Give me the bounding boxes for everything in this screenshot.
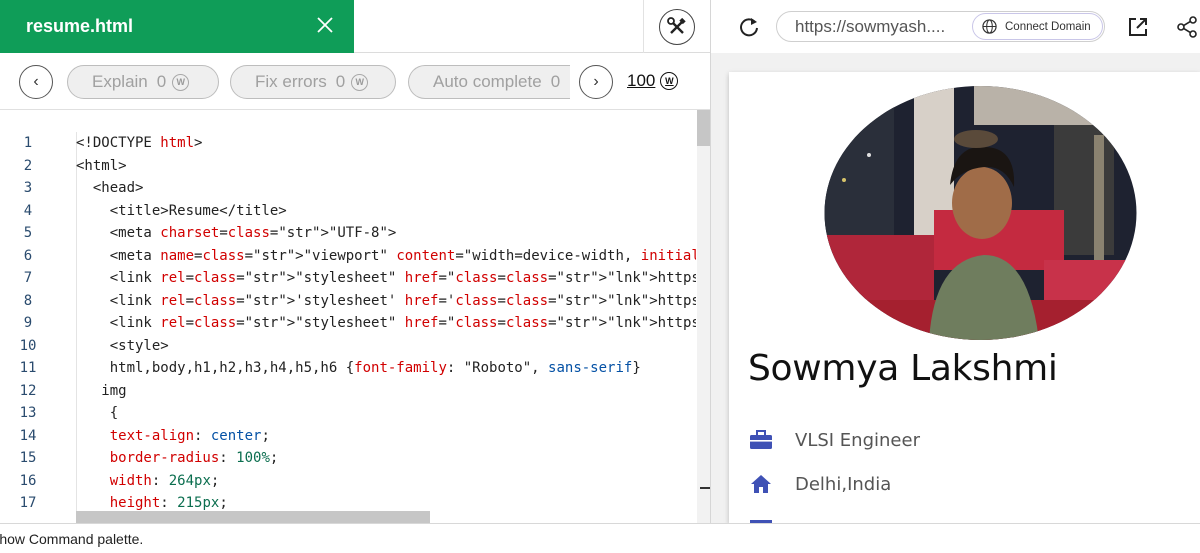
line-number: 10 bbox=[19, 337, 37, 354]
line-number: 12 bbox=[19, 382, 37, 399]
ai-toolbar: ‹ Explain 0 W Fix errors 0 W Auto comple… bbox=[0, 53, 710, 110]
line-number: 3 bbox=[23, 180, 33, 196]
profile-name: Sowmya Lakshmi bbox=[748, 348, 1058, 389]
credit-icon: W bbox=[351, 73, 369, 91]
code-line[interactable]: <!DOCTYPE html> bbox=[76, 132, 696, 155]
url-bar[interactable]: https://sowmyash.... Connect Domain bbox=[776, 11, 1105, 42]
code-line[interactable]: <meta name=class="str">"viewport" conten… bbox=[76, 245, 696, 268]
line-number: 6 bbox=[23, 247, 33, 264]
line-number: 5 bbox=[23, 225, 33, 241]
status-text: Show Command palette. bbox=[0, 531, 144, 547]
code-line[interactable]: border-radius: 100%; bbox=[76, 447, 696, 470]
scroll-right-button[interactable]: › bbox=[579, 65, 613, 99]
line-number: 8 bbox=[23, 292, 33, 309]
code-line[interactable]: <link rel=class="str">'stylesheet' href=… bbox=[76, 290, 696, 313]
line-number: 13 bbox=[19, 405, 37, 421]
line-number: 9 bbox=[23, 315, 33, 331]
explain-label: Explain bbox=[92, 72, 148, 91]
code-line[interactable]: <head> bbox=[76, 177, 696, 200]
horizontal-scrollbar-thumb[interactable] bbox=[76, 511, 430, 523]
scroll-left-button[interactable]: ‹ bbox=[19, 65, 53, 99]
code-line[interactable]: text-align: center; bbox=[76, 425, 696, 448]
auto-complete-label: Auto complete bbox=[433, 72, 542, 91]
share-icon[interactable] bbox=[1175, 15, 1199, 39]
url-text[interactable]: https://sowmyash.... bbox=[795, 17, 965, 37]
globe-icon bbox=[982, 19, 997, 34]
email-row bbox=[749, 515, 773, 523]
code-line[interactable]: <meta charset=class="str">"UTF-8"> bbox=[76, 222, 696, 245]
code-editor[interactable]: 1 2 3 4 5 6 7 8 9 10 11 12 13 14 15 16 1… bbox=[0, 110, 710, 523]
vertical-scrollbar[interactable] bbox=[697, 110, 710, 523]
code-line[interactable]: <link rel=class="str">"stylesheet" href=… bbox=[76, 267, 696, 290]
connect-domain-button[interactable]: Connect Domain bbox=[972, 13, 1103, 40]
explain-button[interactable]: Explain 0 W bbox=[67, 65, 219, 99]
line-number: 15 bbox=[19, 450, 37, 466]
auto-complete-count: 0 bbox=[550, 72, 561, 91]
line-number: 17 bbox=[19, 495, 37, 511]
file-tab[interactable]: resume.html bbox=[0, 0, 354, 53]
home-icon bbox=[749, 473, 773, 495]
location-row: Delhi,India bbox=[749, 471, 891, 497]
fix-errors-count: 0 bbox=[335, 72, 346, 91]
code-line[interactable]: <style> bbox=[76, 335, 696, 358]
line-number: 1 bbox=[23, 135, 33, 151]
external-link-icon[interactable] bbox=[1126, 15, 1150, 39]
line-number-gutter: 1 2 3 4 5 6 7 8 9 10 11 12 13 14 15 16 1… bbox=[0, 132, 56, 515]
credit-icon: W bbox=[172, 73, 190, 91]
line-number: 7 bbox=[23, 270, 33, 286]
credits-value: 100 bbox=[627, 71, 656, 90]
tools-button[interactable] bbox=[643, 0, 710, 53]
text-cursor bbox=[700, 487, 710, 489]
profile-photo bbox=[824, 86, 1137, 340]
job-row: VLSI Engineer bbox=[749, 427, 920, 453]
chevron-left-icon: ‹ bbox=[33, 73, 39, 90]
code-line[interactable]: { bbox=[76, 402, 696, 425]
resume-card: Sowmya Lakshmi VLSI Engineer Delhi,India bbox=[729, 72, 1200, 523]
code-lines[interactable]: <!DOCTYPE html> <html> <head> <title>Resu… bbox=[76, 132, 696, 515]
vertical-scrollbar-thumb[interactable] bbox=[697, 110, 710, 146]
status-bar: Show Command palette. bbox=[0, 523, 1200, 553]
file-tab-name: resume.html bbox=[26, 16, 134, 36]
auto-complete-button[interactable]: Auto complete 0 bbox=[408, 65, 570, 99]
code-line[interactable]: img bbox=[76, 380, 696, 403]
code-line[interactable]: <title>Resume</title> bbox=[76, 200, 696, 223]
close-icon[interactable] bbox=[314, 14, 336, 36]
fix-errors-button[interactable]: Fix errors 0 W bbox=[230, 65, 396, 99]
job-title: VLSI Engineer bbox=[795, 429, 920, 451]
code-line[interactable]: html,body,h1,h2,h3,h4,h5,h6 {font-family… bbox=[76, 357, 696, 380]
code-line[interactable]: <html> bbox=[76, 155, 696, 178]
location-text: Delhi,India bbox=[795, 473, 892, 495]
line-number: 4 bbox=[23, 202, 33, 219]
line-number: 2 bbox=[23, 157, 33, 174]
fix-errors-label: Fix errors bbox=[255, 72, 327, 91]
briefcase-icon bbox=[749, 429, 773, 451]
credit-icon: W bbox=[660, 72, 679, 90]
refresh-icon[interactable] bbox=[736, 14, 762, 40]
code-line[interactable]: <link rel=class="str">"stylesheet" href=… bbox=[76, 312, 696, 335]
tools-icon bbox=[659, 8, 695, 45]
line-number: 14 bbox=[19, 427, 37, 444]
line-number: 11 bbox=[19, 360, 37, 376]
code-line[interactable]: width: 264px; bbox=[76, 470, 696, 493]
chevron-right-icon: › bbox=[593, 73, 599, 90]
explain-count: 0 bbox=[156, 72, 167, 91]
credits-counter[interactable]: 100 W bbox=[627, 71, 679, 91]
connect-domain-label: Connect Domain bbox=[1005, 20, 1091, 33]
line-number: 16 bbox=[19, 472, 37, 489]
